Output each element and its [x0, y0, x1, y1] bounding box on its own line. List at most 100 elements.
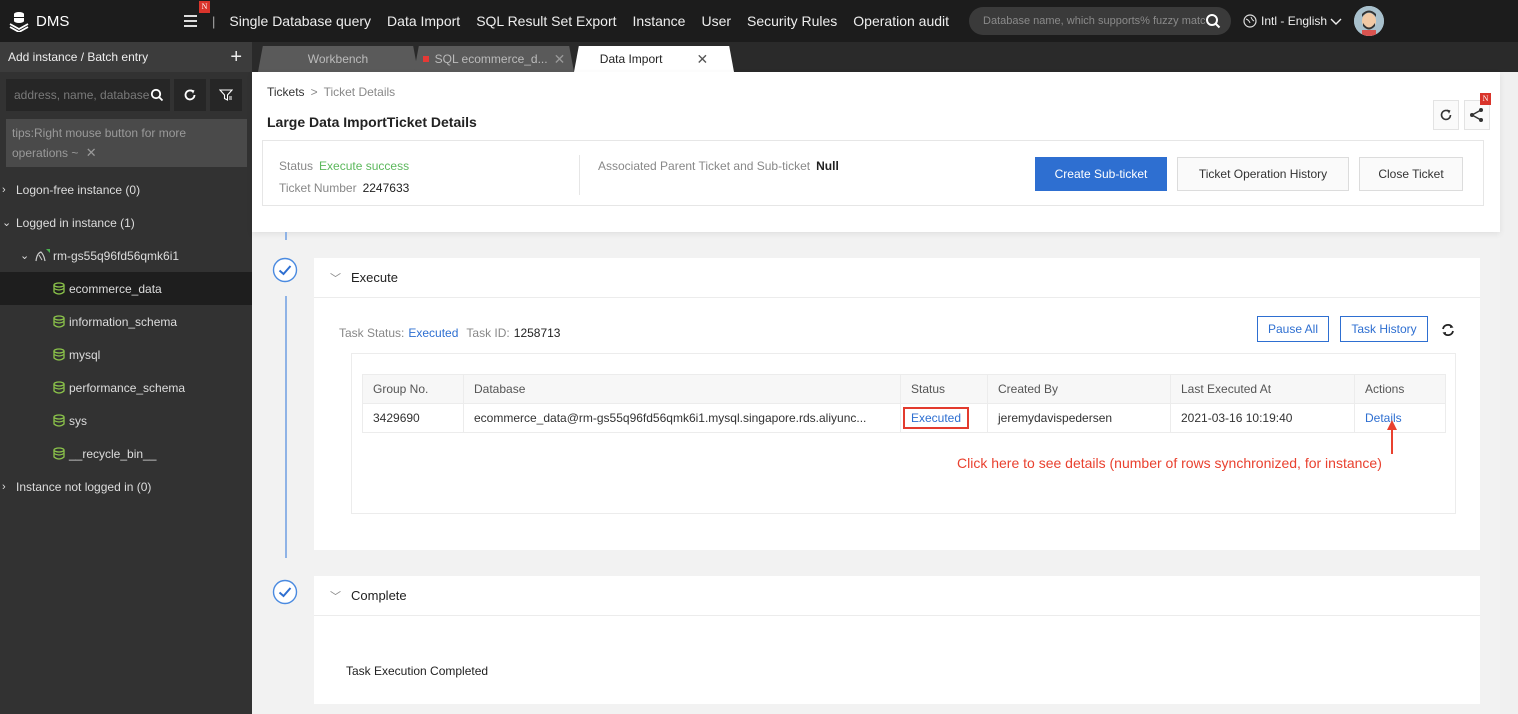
- nav-separator: |: [212, 13, 216, 29]
- refresh-icon: [1440, 109, 1452, 121]
- tree-database-item[interactable]: performance_schema: [0, 371, 252, 404]
- close-ticket-button[interactable]: Close Ticket: [1359, 157, 1463, 191]
- tree-label: rm-gs55q96fd56qmk6i1: [53, 248, 180, 263]
- nav-data-import[interactable]: Data Import: [387, 13, 460, 29]
- tree-label: sys: [69, 413, 87, 428]
- task-status-line: Task Status: Executed Task ID: 1258713: [339, 326, 560, 340]
- sync-icon[interactable]: [1441, 323, 1455, 337]
- tree-database-item[interactable]: information_schema: [0, 305, 252, 338]
- tree-label: information_schema: [69, 314, 178, 329]
- search-icon[interactable]: [1205, 13, 1221, 29]
- ticket-info-box: Status Execute success Ticket Number 22476…: [262, 140, 1484, 206]
- tree-label: Instance not logged in (0): [16, 479, 152, 494]
- completion-message: Task Execution Completed: [346, 664, 489, 678]
- annotation-text: Click here to see details (number of row…: [957, 455, 1382, 471]
- refresh-ticket-button[interactable]: [1433, 100, 1459, 130]
- sidebar-search-input[interactable]: [14, 88, 150, 102]
- nav-sql-result-set-export[interactable]: SQL Result Set Export: [476, 13, 616, 29]
- chevron-right-icon: ›: [2, 183, 6, 196]
- database-icon: [53, 282, 65, 295]
- tab-label: SQL ecommerce_d...: [434, 52, 548, 66]
- cell-actions: Details: [1354, 403, 1446, 433]
- status-executed-link[interactable]: Executed: [903, 407, 970, 429]
- tree-logon-free-instance[interactable]: › Logon-free instance (0): [0, 173, 252, 206]
- language-selector[interactable]: Intl - English: [1243, 14, 1346, 28]
- close-tab-icon[interactable]: ✕: [554, 51, 566, 68]
- execute-section-header[interactable]: ﹀ Execute: [314, 258, 1480, 298]
- tree-database-item[interactable]: sys: [0, 404, 252, 437]
- nav-security-rules[interactable]: Security Rules: [747, 13, 837, 29]
- user-avatar[interactable]: [1354, 6, 1385, 36]
- task-history-button[interactable]: Task History: [1340, 316, 1428, 342]
- breadcrumb: Tickets > Ticket Details: [267, 85, 395, 99]
- column-header: Status: [900, 374, 988, 404]
- breadcrumb-tickets[interactable]: Tickets: [267, 85, 305, 99]
- cell-status: Executed: [900, 403, 988, 433]
- tree-database-item[interactable]: ecommerce_data: [0, 272, 252, 305]
- tab-sql-ecommerce[interactable]: SQL ecommerce_d... ✕: [414, 46, 574, 72]
- unsaved-dot-icon: [422, 56, 429, 62]
- tab-label: Data Import: [599, 52, 663, 66]
- cell-group-no: 3429690: [362, 403, 464, 433]
- nav-operation-audit[interactable]: Operation audit: [853, 13, 949, 29]
- nav-user[interactable]: User: [701, 13, 731, 29]
- status-value: Execute success: [319, 159, 410, 173]
- pause-all-button[interactable]: Pause All: [1257, 316, 1329, 342]
- timeline-line: [285, 232, 287, 240]
- chevron-down-icon: ⌄: [20, 250, 30, 262]
- breadcrumb-current: Ticket Details: [323, 85, 396, 99]
- ticket-operation-history-button[interactable]: Ticket Operation History: [1177, 157, 1349, 191]
- refresh-button[interactable]: [174, 79, 206, 111]
- tips-text: tips:Right mouse button for more operati…: [12, 126, 187, 160]
- chevron-down-icon: [1330, 18, 1342, 25]
- ticket-number-label: Ticket Number: [279, 181, 357, 195]
- nav-instance[interactable]: Instance: [633, 13, 686, 29]
- sidebar-search: [6, 79, 170, 111]
- execute-section: ﹀ Execute Task Status: Executed Task ID: 12…: [314, 258, 1480, 550]
- mysql-instance-icon: [35, 248, 50, 261]
- tree-label: performance_schema: [69, 380, 186, 395]
- complete-section-header[interactable]: ﹀ Complete: [314, 576, 1480, 616]
- tab-label: Workbench: [307, 52, 369, 66]
- tree-database-item[interactable]: __recycle_bin__: [0, 437, 252, 470]
- create-sub-ticket-button[interactable]: Create Sub-ticket: [1035, 157, 1167, 191]
- tab-bar: Workbench SQL ecommerce_d... ✕ Data Impo…: [252, 42, 1518, 72]
- notification-badge: N: [199, 1, 210, 13]
- tree-instance-node[interactable]: ⌄ rm-gs55q96fd56qmk6i1: [0, 239, 252, 272]
- sidebar: Add instance / Batch entry + tips:Right …: [0, 42, 252, 714]
- nav-single-database-query[interactable]: Single Database query: [229, 13, 371, 29]
- cell-last-executed-at: 2021-03-16 10:19:40: [1170, 403, 1355, 433]
- chevron-right-icon: ›: [2, 480, 6, 493]
- tab-data-import[interactable]: Data Import ✕: [574, 46, 734, 72]
- ticket-number-value: 2247633: [362, 181, 410, 195]
- hamburger-menu-button[interactable]: N: [182, 1, 210, 31]
- global-search: [969, 7, 1232, 35]
- associated-ticket-label: Associated Parent Ticket and Sub-ticket: [598, 159, 811, 173]
- language-label: Intl - English: [1261, 14, 1328, 28]
- main-nav: Single Database query Data Import SQL Re…: [229, 13, 965, 29]
- complete-section: ﹀ Complete Task Execution Completed: [314, 576, 1480, 704]
- column-header: Actions: [1354, 374, 1446, 404]
- logo[interactable]: DMS: [0, 10, 120, 32]
- associated-ticket-value: Null: [816, 159, 839, 173]
- notification-badge: N: [1480, 93, 1491, 105]
- tree-logged-in-instance[interactable]: ⌄ Logged in instance (1): [0, 206, 252, 239]
- tree-database-item[interactable]: mysql: [0, 338, 252, 371]
- database-icon: [53, 315, 65, 328]
- task-status-value: Executed: [408, 326, 459, 340]
- global-search-input[interactable]: [983, 15, 1206, 27]
- tab-workbench[interactable]: Workbench: [258, 46, 418, 72]
- timeline-line: [285, 296, 287, 558]
- filter-button[interactable]: [210, 79, 242, 111]
- share-button[interactable]: N: [1464, 93, 1491, 130]
- add-instance-label[interactable]: Add instance / Batch entry: [8, 50, 148, 64]
- close-tab-icon[interactable]: ✕: [696, 51, 708, 68]
- add-icon[interactable]: +: [230, 47, 242, 67]
- logo-text: DMS: [36, 12, 70, 30]
- close-tips-icon[interactable]: ✕: [86, 145, 97, 160]
- divider: [579, 155, 580, 195]
- ticket-header-card: Tickets > Ticket Details Large Data Import…: [252, 72, 1500, 232]
- search-icon[interactable]: [150, 88, 164, 102]
- tree-instance-not-logged-in[interactable]: › Instance not logged in (0): [0, 470, 252, 503]
- refresh-icon: [184, 89, 196, 101]
